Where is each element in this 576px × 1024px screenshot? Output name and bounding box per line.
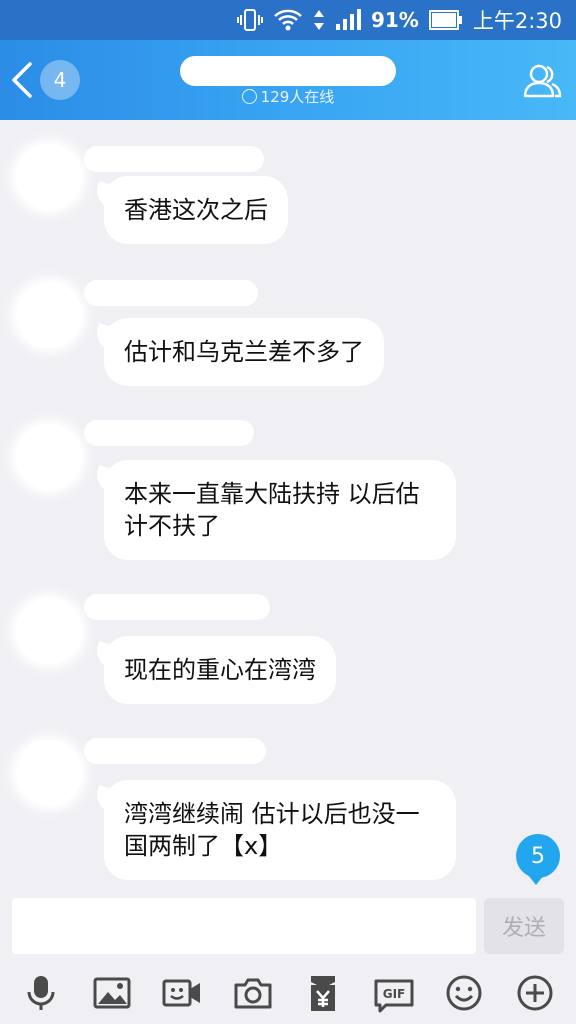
group-members-button[interactable] [522, 60, 562, 100]
message-bubble[interactable]: 本来一直靠大陆扶持 以后估计不扶了 [104, 460, 456, 560]
emoji-icon [446, 975, 482, 1011]
vibrate-icon [236, 8, 263, 32]
battery-percent: 91% [370, 8, 419, 32]
camera-icon [234, 978, 272, 1009]
message-bubble[interactable]: 香港这次之后 [104, 176, 288, 244]
sender-name-redacted [84, 280, 258, 306]
group-title-redacted [180, 56, 396, 86]
online-count: 129人在线 [260, 88, 335, 106]
data-arrows-icon [313, 8, 325, 32]
online-status: 129人在线 [0, 86, 576, 107]
message-input[interactable] [12, 898, 476, 954]
wifi-icon [273, 8, 303, 32]
video-call-icon [162, 979, 201, 1007]
voice-button[interactable] [19, 971, 63, 1015]
avatar-redacted[interactable] [16, 424, 82, 490]
avatar-redacted[interactable] [16, 740, 82, 806]
photo-button[interactable] [90, 971, 134, 1015]
new-messages-badge[interactable]: 5 [516, 834, 560, 885]
message-bubble[interactable]: 估计和乌克兰差不多了 [104, 318, 384, 386]
message-list[interactable]: 香港这次之后 估计和乌克兰差不多了 本来一直靠大陆扶持 以后估计不扶了 现在的重… [0, 120, 576, 890]
clock: 上午2:30 [472, 9, 562, 33]
avatar-redacted[interactable] [16, 144, 82, 210]
avatar-redacted[interactable] [16, 598, 82, 664]
camera-button[interactable] [231, 971, 275, 1015]
image-icon [93, 977, 131, 1009]
red-packet-button[interactable] [301, 971, 345, 1015]
send-button[interactable]: 发送 [484, 898, 564, 954]
chat-header: 4 129人在线 [0, 40, 576, 120]
sender-name-redacted [84, 594, 270, 620]
gif-label: GIF [382, 987, 405, 1001]
members-icon [523, 64, 562, 98]
message-bubble[interactable]: 湾湾继续闹 估计以后也没一国两制了【x】 [104, 780, 456, 880]
composer-toolbar: GIF [0, 962, 576, 1024]
red-packet-icon [311, 976, 336, 1011]
status-bar: 91% 上午2:30 [0, 0, 576, 40]
plus-icon [517, 975, 553, 1011]
avatar-redacted[interactable] [16, 282, 82, 348]
sender-name-redacted [84, 146, 264, 172]
battery-icon [428, 8, 463, 32]
sender-name-redacted [84, 420, 254, 446]
signal-icon [335, 8, 361, 32]
sender-name-redacted [84, 738, 266, 764]
more-button[interactable] [513, 971, 557, 1015]
message-bubble[interactable]: 现在的重心在湾湾 [104, 636, 336, 704]
composer: 发送 [0, 890, 576, 962]
online-check-icon [241, 89, 257, 104]
emoji-button[interactable] [442, 971, 486, 1015]
video-call-button[interactable] [160, 971, 204, 1015]
gif-button[interactable]: GIF [372, 971, 416, 1015]
gif-icon: GIF [374, 979, 414, 1013]
microphone-icon [27, 976, 55, 1010]
